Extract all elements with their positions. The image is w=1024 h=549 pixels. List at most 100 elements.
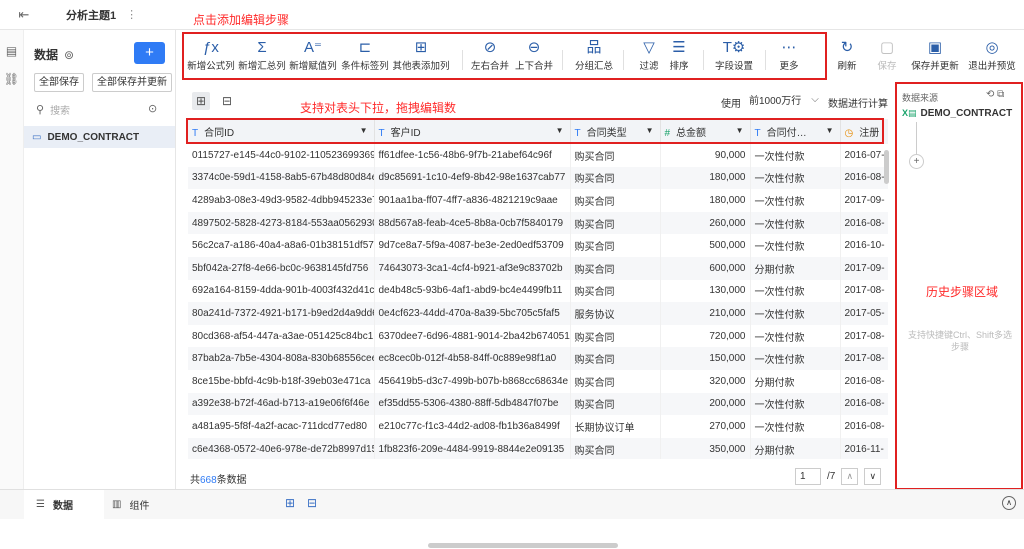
table-cell[interactable]: 购买合同 [570, 256, 661, 280]
add-data-icon[interactable]: ⊞ [285, 496, 295, 510]
prev-page-button[interactable]: ∧ [841, 468, 859, 485]
tab-more-icon[interactable]: ⋮ [126, 8, 137, 21]
table-cell[interactable]: 购买合同 [570, 234, 661, 257]
table-cell[interactable]: e210c77c-f1c3-44d2-ad08-fb1b36a8499f [374, 415, 571, 438]
table-cell[interactable]: 456419b5-d3c7-499b-b07b-b868cc68634e [374, 369, 571, 393]
table-cell[interactable]: 2017-08- [840, 347, 888, 370]
table-row[interactable]: 80a241d-7372-4921-b171-b9ed2d4a9dd6 0e4cf… [188, 302, 888, 325]
tab-analysis-topic[interactable]: 分析主题1 [66, 7, 116, 23]
exit-preview-button[interactable]: ◎ 退出并预览 [964, 38, 1020, 72]
table-cell[interactable]: a481a95-5f8f-4a2f-acac-711dcd77ed80 [188, 415, 375, 438]
collapse-icon[interactable]: ∧ [1002, 496, 1016, 510]
table-row[interactable]: 4289ab3-08e3-49d3-9582-4dbb945233e7 901aa… [188, 189, 888, 212]
table-cell[interactable]: 分期付款 [750, 256, 841, 280]
table-cell[interactable]: 分期付款 [750, 369, 841, 393]
table-row[interactable]: 87bab2a-7b5e-4304-808a-830b68556cee ec8ce… [188, 347, 888, 370]
table-cell[interactable]: 2016-11- [840, 437, 888, 459]
grid-view-icon[interactable]: ⊞ [192, 92, 210, 110]
table-cell[interactable]: 0115727-e145-44c0-9102-110523699369 [188, 144, 375, 167]
table-cell[interactable]: 购买合同 [570, 279, 661, 303]
table-cell[interactable]: 购买合同 [570, 211, 661, 235]
table-row[interactable]: a392e38-b72f-46ad-b713-a19e06f6f46e ef35d… [188, 392, 888, 416]
table-cell[interactable]: 一次性付款 [750, 211, 841, 235]
table-cell[interactable]: 2017-09- [840, 189, 888, 212]
table-cell[interactable]: 一次性付款 [750, 189, 841, 212]
table-cell[interactable]: 8ce15be-bbfd-4c9b-b18f-39eb03e471ca [188, 369, 375, 393]
table-cell[interactable]: 200,000 [660, 392, 751, 416]
table-cell[interactable]: 购买合同 [570, 189, 661, 212]
table-row[interactable]: 5bf042a-27f8-4e66-bc0c-9638145fd756 74643… [188, 256, 888, 280]
table-cell[interactable]: 2016-10- [840, 234, 888, 257]
table-row[interactable]: 8ce15be-bbfd-4c9b-b18f-39eb03e471ca 45641… [188, 369, 888, 393]
table-cell[interactable]: 购买合同 [570, 347, 661, 370]
table-cell[interactable]: 692a164-8159-4dda-901b-4003f432d41c [188, 279, 375, 303]
row-limit-select[interactable]: 前1000万行 ⌵ [749, 92, 819, 107]
table-cell[interactable]: 一次性付款 [750, 279, 841, 303]
tab-data[interactable]: ☰ 数据 [36, 497, 73, 512]
table-cell[interactable]: 一次性付款 [750, 144, 841, 167]
help-icon[interactable]: ⊚ [64, 48, 74, 62]
table-cell[interactable]: ff61dfee-1c56-48b6-9f7b-21abef64c96f [374, 144, 571, 167]
table-cell[interactable]: a392e38-b72f-46ad-b713-a19e06f6f46e [188, 392, 375, 416]
table-cell[interactable]: c6e4368-0572-40e6-978e-de72b8997d15 [188, 437, 375, 459]
table-cell[interactable]: 购买合同 [570, 324, 661, 348]
table-cell[interactable]: 2017-05- [840, 302, 888, 325]
table-cell[interactable]: 一次性付款 [750, 324, 841, 348]
table-cell[interactable]: 720,000 [660, 324, 751, 348]
table-cell[interactable]: 2016-08- [840, 166, 888, 190]
table-cell[interactable]: de4b48c5-93b6-4af1-abd9-bc4e4499fb11 [374, 279, 571, 303]
table-row[interactable]: a481a95-5f8f-4a2f-acac-711dcd77ed80 e210c… [188, 415, 888, 438]
vertical-scrollbar[interactable] [884, 150, 889, 184]
table-cell[interactable]: 600,000 [660, 256, 751, 280]
table-row[interactable]: 56c2ca7-a186-40a4-a8a6-01b38151df57 9d7ce… [188, 234, 888, 257]
save-all-button[interactable]: 全部保存 [34, 73, 84, 92]
table-cell[interactable]: 350,000 [660, 437, 751, 459]
table-row[interactable]: 692a164-8159-4dda-901b-4003f432d41c de4b4… [188, 279, 888, 303]
table-cell[interactable]: 2016-08- [840, 369, 888, 393]
table-cell[interactable]: 一次性付款 [750, 166, 841, 190]
save-update-all-button[interactable]: 全部保存并更新 [92, 73, 172, 92]
search-input[interactable]: 搜索 [50, 102, 70, 117]
scrollbar-thumb[interactable] [428, 543, 618, 548]
page-input[interactable]: 1 [795, 468, 821, 485]
refresh-button[interactable]: ↻ 刷新 [830, 38, 864, 72]
table-view-icon[interactable]: ⊟ [218, 92, 236, 110]
table-cell[interactable]: 购买合同 [570, 166, 661, 190]
exit-icon[interactable]: ⇤ [12, 7, 36, 23]
table-cell[interactable]: 80a241d-7372-4921-b171-b9ed2d4a9dd6 [188, 302, 375, 325]
search-box[interactable]: ⚲ 搜索 [36, 100, 144, 118]
table-cell[interactable]: 一次性付款 [750, 347, 841, 370]
table-cell[interactable]: 一次性付款 [750, 392, 841, 416]
table-row[interactable]: 0115727-e145-44c0-9102-110523699369 ff61d… [188, 144, 888, 167]
table-cell[interactable]: 2016-07- [840, 144, 888, 167]
table-cell[interactable]: 87bab2a-7b5e-4304-808a-830b68556cee [188, 347, 375, 370]
add-data-button[interactable]: + [134, 42, 165, 64]
table-cell[interactable]: 4289ab3-08e3-49d3-9582-4dbb945233e7 [188, 189, 375, 212]
table-row[interactable]: c6e4368-0572-40e6-978e-de72b8997d15 1fb82… [188, 437, 888, 459]
table-cell[interactable]: 9d7ce8a7-5f9a-4087-be3e-2ed0edf53709 [374, 234, 571, 257]
table-cell[interactable]: 购买合同 [570, 369, 661, 393]
table-cell[interactable]: 2017-08- [840, 324, 888, 348]
table-cell[interactable]: 5bf042a-27f8-4e66-bc0c-9638145fd756 [188, 256, 375, 280]
table-cell[interactable]: 4897502-5828-4273-8184-553aa0562930 [188, 211, 375, 235]
data-rail-icon[interactable]: ▤ [0, 44, 23, 58]
table-cell[interactable]: 6370dee7-6d96-4881-9014-2ba42b674051 [374, 324, 571, 348]
table-cell[interactable]: 56c2ca7-a186-40a4-a8a6-01b38151df57 [188, 234, 375, 257]
table-cell[interactable]: 一次性付款 [750, 302, 841, 325]
table-cell[interactable]: 320,000 [660, 369, 751, 393]
table-row[interactable]: 4897502-5828-4273-8184-553aa0562930 88d56… [188, 211, 888, 235]
table-cell[interactable]: 180,000 [660, 166, 751, 190]
table-cell[interactable]: ef35dd55-5306-4380-88ff-5db4847f07be [374, 392, 571, 416]
table-cell[interactable]: 1fb823f6-209e-4484-9919-8844e2e09135 [374, 437, 571, 459]
table-cell[interactable]: 260,000 [660, 211, 751, 235]
table-cell[interactable]: 901aa1ba-ff07-4ff7-a836-4821219c9aae [374, 189, 571, 212]
table-cell[interactable]: 0e4cf623-44dd-470a-8a39-5bc705c5faf5 [374, 302, 571, 325]
table-cell[interactable]: 一次性付款 [750, 415, 841, 438]
table-cell[interactable]: 130,000 [660, 279, 751, 303]
table-cell[interactable]: 2016-08- [840, 211, 888, 235]
next-page-button[interactable]: ∨ [864, 468, 882, 485]
table-cell[interactable]: 180,000 [660, 189, 751, 212]
table-cell[interactable]: 150,000 [660, 347, 751, 370]
table-cell[interactable]: 2016-08- [840, 415, 888, 438]
table-cell[interactable]: 购买合同 [570, 437, 661, 459]
